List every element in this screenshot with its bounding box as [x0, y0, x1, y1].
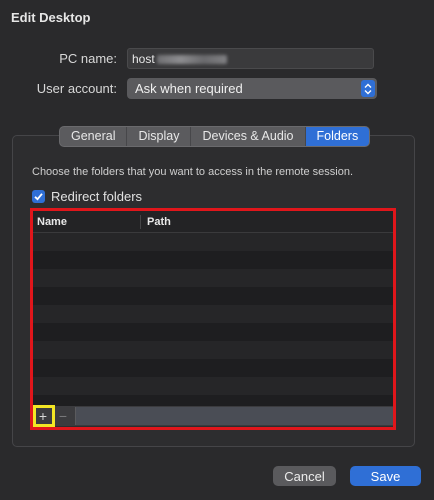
user-account-select[interactable]: Ask when required — [127, 78, 377, 99]
tab-display[interactable]: Display — [127, 127, 192, 146]
redirect-folders-row: Redirect folders — [32, 189, 142, 204]
redirect-folders-checkbox[interactable] — [32, 190, 45, 203]
window-title: Edit Desktop — [11, 10, 91, 25]
tab-bar: General Display Devices & Audio Folders — [59, 126, 371, 147]
tab-general[interactable]: General — [60, 127, 128, 146]
folders-description: Choose the folders that you want to acce… — [32, 166, 354, 178]
pc-name-field[interactable]: host — [127, 48, 374, 69]
checkmark-icon — [34, 193, 43, 201]
highlight-red-box — [30, 208, 396, 430]
user-account-value: Ask when required — [135, 81, 243, 96]
user-account-label: User account: — [36, 81, 117, 96]
tab-devices-audio[interactable]: Devices & Audio — [191, 127, 306, 146]
tab-folders[interactable]: Folders — [305, 127, 370, 146]
redacted-blur — [156, 55, 227, 65]
cancel-button[interactable]: Cancel — [273, 466, 336, 486]
pc-name-label: PC name: — [59, 51, 117, 66]
pc-name-value: host — [132, 52, 155, 66]
pc-name-row: PC name: host — [0, 48, 434, 69]
updown-chevron-icon — [361, 80, 375, 97]
save-button[interactable]: Save — [350, 466, 421, 486]
user-account-row: User account: Ask when required — [0, 78, 434, 99]
redirect-folders-label: Redirect folders — [51, 189, 143, 204]
